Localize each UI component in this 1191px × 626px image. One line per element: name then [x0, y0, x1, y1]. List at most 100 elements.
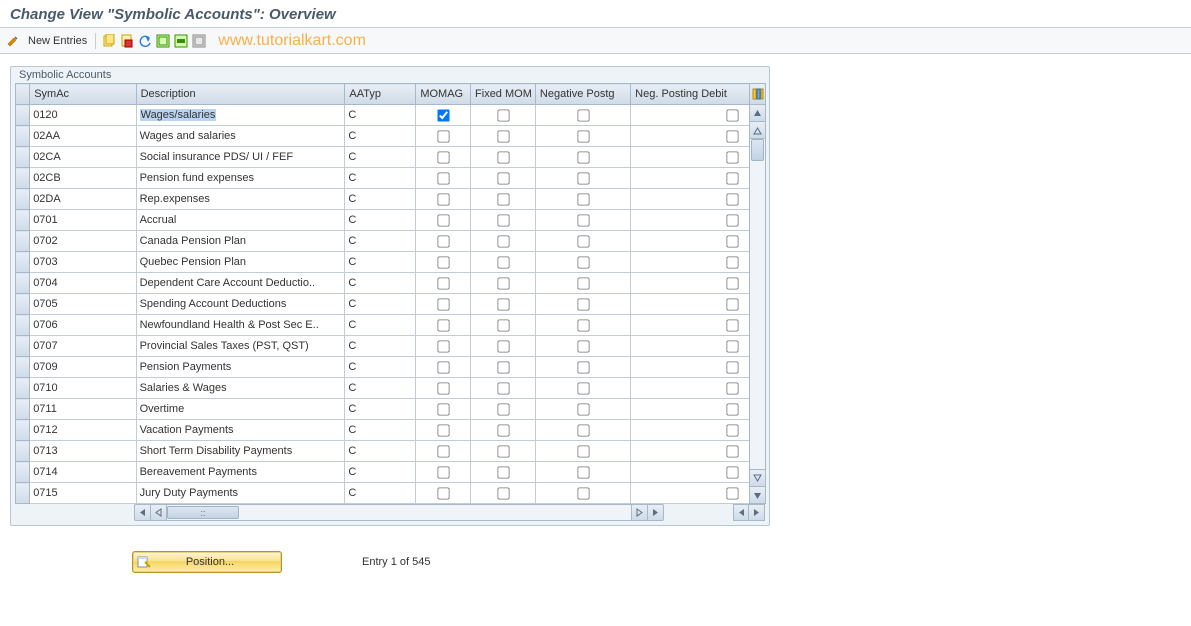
cell-description[interactable]: Rep.expenses: [136, 189, 345, 210]
row-selector[interactable]: [16, 441, 30, 462]
scroll-left-step-icon[interactable]: [151, 505, 167, 520]
cell-momag[interactable]: [416, 147, 471, 168]
fixed-mom-checkbox[interactable]: [497, 235, 509, 247]
row-selector[interactable]: [16, 210, 30, 231]
column-scroll-left-icon[interactable]: [733, 504, 749, 521]
cell-symac[interactable]: 0704: [30, 273, 136, 294]
cell-description[interactable]: Pension fund expenses: [136, 168, 345, 189]
scroll-up-arrow-icon[interactable]: [750, 105, 765, 122]
scroll-up-step-icon[interactable]: [750, 122, 765, 139]
cell-neg-posting-debit[interactable]: [631, 147, 765, 168]
horizontal-scrollbar[interactable]: ::: [15, 504, 765, 521]
momag-checkbox[interactable]: [437, 487, 449, 499]
table-row[interactable]: 0714Bereavement PaymentsC: [16, 462, 765, 483]
row-selector[interactable]: [16, 168, 30, 189]
table-row[interactable]: 0707Provincial Sales Taxes (PST, QST)C: [16, 336, 765, 357]
copy-as-icon[interactable]: [102, 34, 116, 48]
cell-symac[interactable]: 0715: [30, 483, 136, 504]
table-row[interactable]: 0715Jury Duty PaymentsC: [16, 483, 765, 504]
cell-fixed-mom[interactable]: [471, 168, 536, 189]
cell-symac[interactable]: 0707: [30, 336, 136, 357]
momag-checkbox[interactable]: [437, 172, 449, 184]
cell-symac[interactable]: 02CB: [30, 168, 136, 189]
cell-negative-postg[interactable]: [535, 210, 630, 231]
row-selector[interactable]: [16, 189, 30, 210]
table-row[interactable]: 0710Salaries & WagesC: [16, 378, 765, 399]
table-row[interactable]: 0703Quebec Pension PlanC: [16, 252, 765, 273]
column-scroll-right-icon[interactable]: [749, 504, 765, 521]
table-row[interactable]: 0705Spending Account DeductionsC: [16, 294, 765, 315]
fixed-mom-checkbox[interactable]: [497, 130, 509, 142]
negative-postg-checkbox[interactable]: [577, 424, 589, 436]
cell-neg-posting-debit[interactable]: [631, 189, 765, 210]
scroll-down-step-icon[interactable]: [750, 469, 765, 486]
negative-postg-checkbox[interactable]: [577, 130, 589, 142]
neg-posting-debit-checkbox[interactable]: [726, 403, 738, 415]
momag-checkbox[interactable]: [437, 130, 449, 142]
neg-posting-debit-checkbox[interactable]: [726, 319, 738, 331]
scroll-right-arrow-icon[interactable]: [647, 505, 663, 520]
cell-negative-postg[interactable]: [535, 294, 630, 315]
row-selector[interactable]: [16, 231, 30, 252]
fixed-mom-checkbox[interactable]: [497, 487, 509, 499]
momag-checkbox[interactable]: [437, 424, 449, 436]
neg-posting-debit-checkbox[interactable]: [726, 193, 738, 205]
row-selector[interactable]: [16, 336, 30, 357]
cell-momag[interactable]: [416, 210, 471, 231]
deselect-all-icon[interactable]: [192, 34, 206, 48]
fixed-mom-checkbox[interactable]: [497, 403, 509, 415]
cell-momag[interactable]: [416, 252, 471, 273]
cell-momag[interactable]: [416, 126, 471, 147]
table-row[interactable]: 0711OvertimeC: [16, 399, 765, 420]
cell-negative-postg[interactable]: [535, 483, 630, 504]
cell-aatyp[interactable]: C: [345, 399, 416, 420]
scroll-left-arrow-icon[interactable]: [135, 505, 151, 520]
cell-neg-posting-debit[interactable]: [631, 420, 765, 441]
momag-checkbox[interactable]: [437, 214, 449, 226]
momag-checkbox[interactable]: [437, 235, 449, 247]
cell-fixed-mom[interactable]: [471, 483, 536, 504]
cell-fixed-mom[interactable]: [471, 378, 536, 399]
neg-posting-debit-checkbox[interactable]: [726, 361, 738, 373]
cell-symac[interactable]: 0709: [30, 357, 136, 378]
cell-aatyp[interactable]: C: [345, 294, 416, 315]
negative-postg-checkbox[interactable]: [577, 151, 589, 163]
cell-neg-posting-debit[interactable]: [631, 231, 765, 252]
cell-momag[interactable]: [416, 168, 471, 189]
cell-momag[interactable]: [416, 399, 471, 420]
neg-posting-debit-checkbox[interactable]: [726, 466, 738, 478]
vertical-scrollbar[interactable]: [749, 83, 766, 504]
table-row[interactable]: 0712Vacation PaymentsC: [16, 420, 765, 441]
cell-negative-postg[interactable]: [535, 420, 630, 441]
table-row[interactable]: 02DARep.expensesC: [16, 189, 765, 210]
cell-momag[interactable]: [416, 483, 471, 504]
cell-negative-postg[interactable]: [535, 441, 630, 462]
cell-neg-posting-debit[interactable]: [631, 210, 765, 231]
cell-symac[interactable]: 02AA: [30, 126, 136, 147]
cell-negative-postg[interactable]: [535, 147, 630, 168]
cell-negative-postg[interactable]: [535, 315, 630, 336]
momag-checkbox[interactable]: [437, 151, 449, 163]
configure-columns-icon[interactable]: [750, 84, 765, 105]
cell-aatyp[interactable]: C: [345, 441, 416, 462]
cell-negative-postg[interactable]: [535, 399, 630, 420]
hscroll-track[interactable]: ::: [167, 505, 631, 520]
cell-momag[interactable]: [416, 294, 471, 315]
cell-negative-postg[interactable]: [535, 189, 630, 210]
negative-postg-checkbox[interactable]: [577, 214, 589, 226]
col-symac[interactable]: SymAc: [30, 84, 136, 105]
cell-neg-posting-debit[interactable]: [631, 357, 765, 378]
cell-fixed-mom[interactable]: [471, 294, 536, 315]
cell-aatyp[interactable]: C: [345, 252, 416, 273]
cell-neg-posting-debit[interactable]: [631, 252, 765, 273]
row-selector[interactable]: [16, 378, 30, 399]
negative-postg-checkbox[interactable]: [577, 403, 589, 415]
cell-aatyp[interactable]: C: [345, 336, 416, 357]
cell-momag[interactable]: [416, 315, 471, 336]
table-row[interactable]: 0709Pension PaymentsC: [16, 357, 765, 378]
cell-fixed-mom[interactable]: [471, 189, 536, 210]
negative-postg-checkbox[interactable]: [577, 109, 589, 121]
cell-description[interactable]: Social insurance PDS/ UI / FEF: [136, 147, 345, 168]
negative-postg-checkbox[interactable]: [577, 319, 589, 331]
table-row[interactable]: 0713Short Term Disability PaymentsC: [16, 441, 765, 462]
